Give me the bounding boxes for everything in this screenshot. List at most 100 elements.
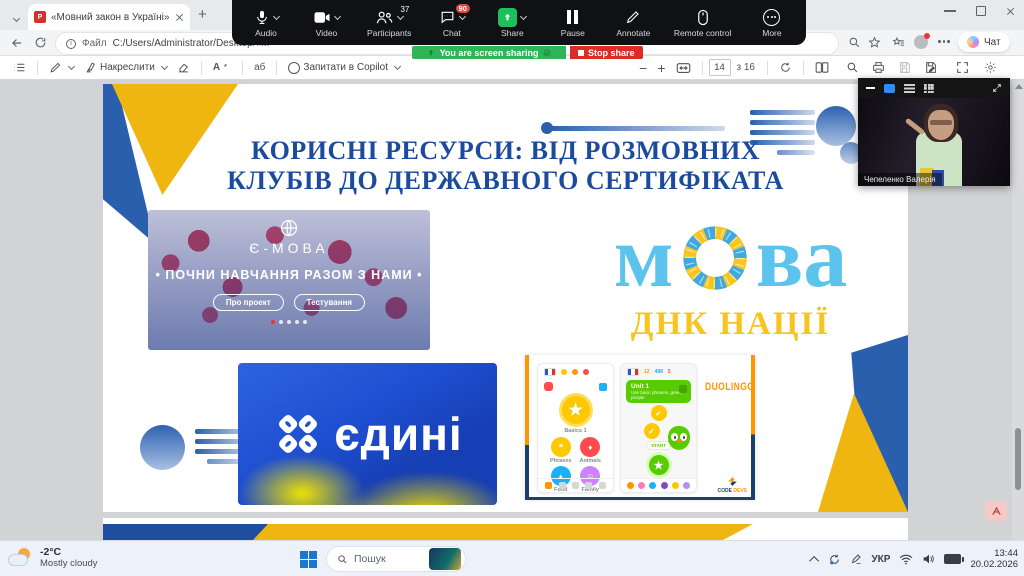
- windows-logo-icon: [300, 551, 317, 568]
- start-button[interactable]: [296, 547, 320, 571]
- browser-more-icon[interactable]: [938, 40, 952, 43]
- eraser-icon[interactable]: [172, 58, 195, 78]
- speaker-icon[interactable]: [922, 553, 935, 565]
- copilot-ask-button[interactable]: Запитати в Copilot: [283, 58, 405, 78]
- yedyni-wordmark: єдині: [334, 407, 462, 461]
- new-tab-button[interactable]: +: [198, 6, 207, 23]
- clock[interactable]: 13:44 20.02.2026: [970, 548, 1018, 570]
- zoom-video-button[interactable]: Video: [306, 7, 346, 38]
- zoom-more-button[interactable]: More: [752, 7, 792, 38]
- highlight-tool-button[interactable]: Накреслити: [79, 58, 172, 78]
- gallery-view-icon[interactable]: [924, 84, 934, 93]
- collections-icon[interactable]: [892, 36, 905, 49]
- read-aloud-icon[interactable]: A〞: [208, 58, 236, 78]
- copilot-ring-icon: [288, 62, 300, 74]
- tab-close-icon[interactable]: [175, 13, 184, 22]
- emova-test-button[interactable]: Тестування: [294, 294, 365, 311]
- task-view-button[interactable]: [472, 571, 496, 576]
- toc-icon[interactable]: [8, 58, 31, 78]
- wifi-icon[interactable]: [899, 554, 913, 565]
- stop-share-button[interactable]: Stop share: [570, 46, 643, 59]
- zoom-chat-button[interactable]: 90 Chat: [432, 7, 472, 38]
- battery-icon[interactable]: [944, 554, 961, 564]
- pen-input-icon[interactable]: [850, 553, 862, 565]
- basics-lesson-icon: ★: [559, 393, 593, 427]
- window-maximize-button[interactable]: [976, 6, 986, 16]
- sync-icon[interactable]: [828, 553, 841, 566]
- emova-website-image: Є-МОВА • ПОЧНИ НАВЧАННЯ РАЗОМ З НАМИ • П…: [148, 210, 430, 350]
- zoom-share-button[interactable]: Share: [492, 7, 532, 38]
- zoom-video-overlay[interactable]: Чепеленко Валерія: [858, 78, 1010, 186]
- video-chevron-icon: [334, 12, 341, 19]
- pdf-toolbar: Накреслити A〞 аб Запитати в Copilot − + …: [0, 56, 1024, 80]
- decor-circle-bottomleft: [140, 425, 185, 470]
- stop-icon: [578, 50, 584, 56]
- pdf-file-icon: P: [34, 11, 46, 23]
- zoom-pause-button[interactable]: Pause: [553, 7, 593, 38]
- pen-tool-button[interactable]: [44, 58, 79, 78]
- page-number-input[interactable]: 14: [709, 59, 731, 76]
- browser-tab[interactable]: P «Мовний закон в Україні». 123.p: [28, 4, 190, 30]
- duolingo-phone-right: 124985 Unit 1 Use basic phrases, greet p…: [620, 363, 697, 493]
- zoom-out-button[interactable]: −: [634, 58, 652, 78]
- search-placeholder: Пошук: [354, 553, 423, 565]
- mova-dna-ring-icon: [676, 219, 754, 297]
- weather-temp: -2°C: [40, 546, 98, 558]
- text-tool-button[interactable]: аб: [249, 58, 270, 78]
- url-scheme: Файл: [82, 38, 107, 49]
- profile-avatar[interactable]: [914, 35, 928, 49]
- zoom-annotate-button[interactable]: Annotate: [613, 7, 653, 38]
- scrollbar-up-arrow[interactable]: [1015, 84, 1023, 89]
- fullscreen-icon[interactable]: [956, 61, 969, 74]
- rotate-icon[interactable]: [774, 58, 797, 78]
- zoom-participants-button[interactable]: 37 Participants: [367, 7, 411, 38]
- search-sidebar-icon[interactable]: [848, 36, 861, 49]
- emova-carousel-dots: [271, 320, 307, 324]
- page-number: 14: [714, 62, 725, 73]
- save-icon[interactable]: [898, 61, 911, 74]
- remote-control-mouse-icon: [697, 9, 709, 26]
- emova-about-button[interactable]: Про проект: [213, 294, 284, 311]
- zoom-audio-button[interactable]: Audio: [246, 7, 286, 38]
- search-highlight-image[interactable]: [429, 548, 461, 570]
- pdf-search-icon[interactable]: [846, 61, 859, 74]
- tray-date: 20.02.2026: [970, 559, 1018, 570]
- print-icon[interactable]: [872, 61, 885, 74]
- refresh-icon[interactable]: [34, 36, 47, 49]
- mova-letter-m: м: [614, 218, 674, 298]
- windows-taskbar: -2°C Mostly cloudy Пошук 90: [0, 540, 1024, 576]
- scrollbar-thumb[interactable]: [1015, 428, 1021, 490]
- acrobat-fab[interactable]: [985, 501, 1007, 521]
- fit-width-icon[interactable]: [671, 58, 696, 78]
- zoom-in-button[interactable]: +: [652, 58, 670, 78]
- yedyni-image: єдині: [238, 363, 497, 505]
- page-view-icon[interactable]: [810, 58, 834, 78]
- window-minimize-button[interactable]: [944, 10, 956, 12]
- copilot-chat-label: Чат: [984, 37, 1001, 48]
- save-as-icon[interactable]: [924, 61, 937, 74]
- list-view-icon[interactable]: [904, 84, 915, 93]
- zoom-remote-control-button[interactable]: Remote control: [674, 7, 732, 38]
- pdf-scrollbar[interactable]: [1012, 80, 1024, 540]
- duo-owl-icon: [668, 426, 690, 450]
- tab-search-chevron-icon[interactable]: [10, 10, 19, 28]
- favorites-star-icon[interactable]: [868, 36, 881, 49]
- expand-video-icon[interactable]: [992, 83, 1002, 93]
- copilot-chat-button[interactable]: Чат: [958, 32, 1010, 52]
- search-icon: [337, 554, 348, 565]
- next-slide-page-edge: [103, 518, 908, 540]
- emova-headline: • ПОЧНИ НАВЧАННЯ РАЗОМ З НАМИ •: [156, 268, 423, 282]
- tray-chevron-icon[interactable]: [810, 555, 820, 565]
- window-close-button[interactable]: [1006, 7, 1015, 16]
- taskbar-search[interactable]: Пошук: [326, 546, 466, 572]
- mova-dnk-logo: м ва ДНК НАЦІЇ: [598, 212, 863, 348]
- active-speaker-view-icon[interactable]: [884, 84, 895, 93]
- page-total: з 16: [737, 62, 756, 73]
- participants-count-badge: 37: [400, 5, 409, 14]
- minimize-video-icon[interactable]: [866, 87, 875, 89]
- settings-gear-icon[interactable]: [984, 61, 997, 74]
- language-indicator[interactable]: УКР: [871, 554, 890, 565]
- weather-widget[interactable]: -2°C Mostly cloudy: [8, 546, 98, 570]
- back-icon[interactable]: [10, 36, 24, 50]
- file-info-icon[interactable]: i: [66, 39, 76, 49]
